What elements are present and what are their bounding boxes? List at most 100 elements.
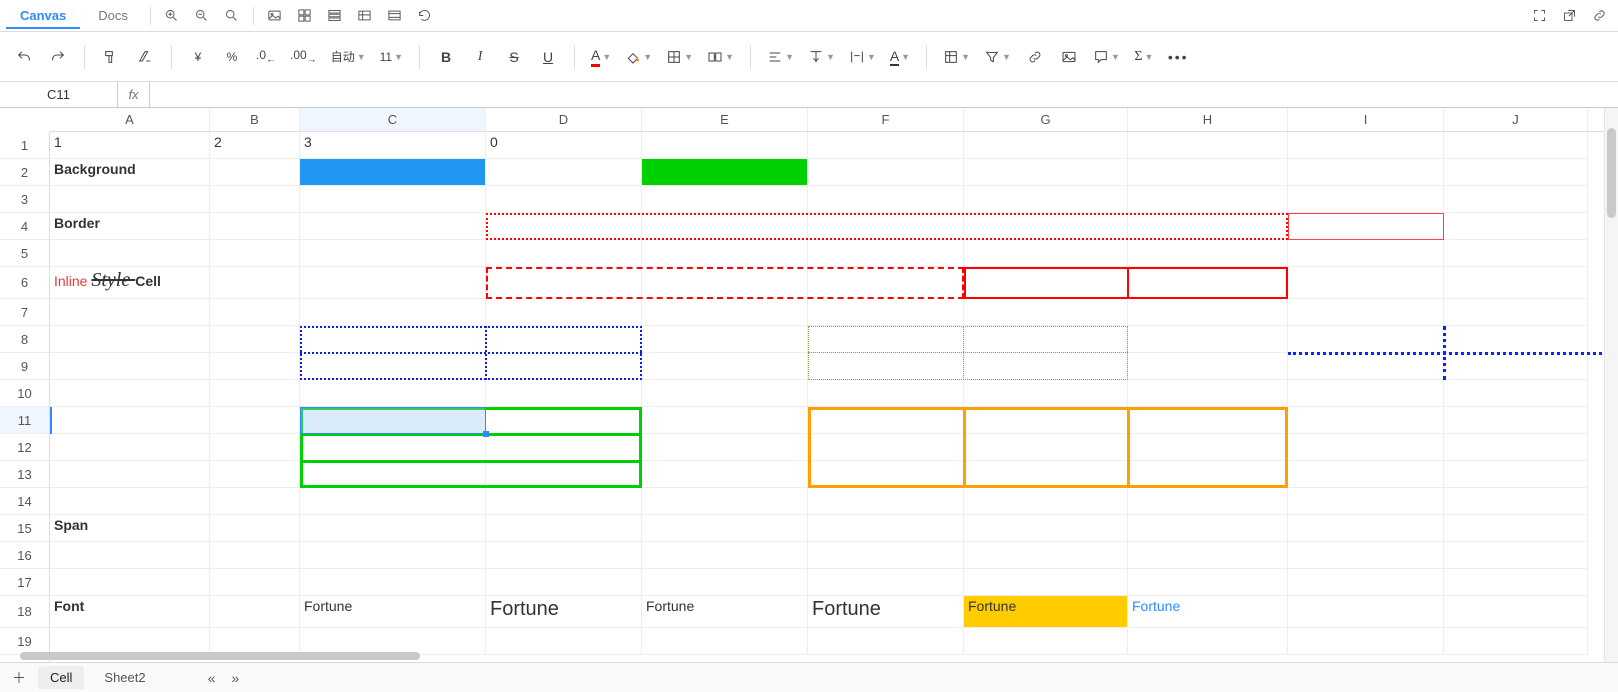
row-header-9[interactable]: 9 (0, 353, 49, 380)
row-header-6[interactable]: 6 (0, 267, 49, 299)
cell-J13[interactable] (1444, 461, 1588, 488)
cell-E9[interactable] (642, 353, 808, 380)
cell-J18[interactable] (1444, 596, 1588, 628)
cell-B1[interactable]: 2 (210, 132, 300, 159)
cell-C9[interactable] (300, 353, 486, 380)
cell-D2[interactable] (486, 159, 642, 186)
cell-H10[interactable] (1128, 380, 1288, 407)
cell-J4[interactable] (1444, 213, 1588, 240)
strike-button[interactable]: S (500, 43, 528, 71)
cell-A6[interactable]: Inline Style Cell (50, 267, 210, 299)
clear-format-button[interactable] (131, 43, 159, 71)
cell-G1[interactable] (964, 132, 1128, 159)
cell-B15[interactable] (210, 515, 300, 542)
cell-I8[interactable] (1288, 326, 1444, 353)
cell-C5[interactable] (300, 240, 486, 267)
cell-B3[interactable] (210, 186, 300, 213)
cell-I3[interactable] (1288, 186, 1444, 213)
cell-G15[interactable] (964, 515, 1128, 542)
cell-B7[interactable] (210, 299, 300, 326)
cell-G10[interactable] (964, 380, 1128, 407)
column-header-I[interactable]: I (1288, 108, 1444, 131)
cell-H2[interactable] (1128, 159, 1288, 186)
sheet-prev-button[interactable]: « (204, 670, 220, 686)
cell-D12[interactable] (486, 434, 642, 461)
cell-H3[interactable] (1128, 186, 1288, 213)
scrollbar-thumb[interactable] (1607, 128, 1616, 218)
column-header-D[interactable]: D (486, 108, 642, 131)
row-header-13[interactable]: 13 (0, 461, 49, 488)
cell-E6[interactable] (642, 267, 808, 299)
cell-A15[interactable]: Span (50, 515, 210, 542)
cell-E7[interactable] (642, 299, 808, 326)
cell-H1[interactable] (1128, 132, 1288, 159)
cell-F2[interactable] (808, 159, 964, 186)
cell-G11[interactable] (964, 407, 1128, 434)
horizontal-align-button[interactable]: ▼ (763, 43, 798, 71)
cell-F18[interactable]: Fortune (808, 596, 964, 628)
cell-I5[interactable] (1288, 240, 1444, 267)
fullscreen-icon[interactable] (1526, 3, 1552, 29)
cell-H14[interactable] (1128, 488, 1288, 515)
format-painter-button[interactable] (97, 43, 125, 71)
cell-I12[interactable] (1288, 434, 1444, 461)
cell-E10[interactable] (642, 380, 808, 407)
cell-E14[interactable] (642, 488, 808, 515)
cell-C2[interactable] (300, 159, 486, 186)
cell-B14[interactable] (210, 488, 300, 515)
zoom-in-icon[interactable] (159, 3, 185, 29)
zoom-out-icon[interactable] (189, 3, 215, 29)
cell-A7[interactable] (50, 299, 210, 326)
borders-button[interactable]: ▼ (662, 43, 697, 71)
cell-D11[interactable] (486, 407, 642, 434)
cell-F6[interactable] (808, 267, 964, 299)
cell-I4[interactable] (1288, 213, 1444, 240)
spreadsheet-grid[interactable]: ABCDEFGHIJ 12345678910111213141516171819… (0, 108, 1618, 662)
row-header-4[interactable]: 4 (0, 213, 49, 240)
column-header-B[interactable]: B (210, 108, 300, 131)
cell-G14[interactable] (964, 488, 1128, 515)
cell-J1[interactable] (1444, 132, 1588, 159)
cell-B13[interactable] (210, 461, 300, 488)
row-header-16[interactable]: 16 (0, 542, 49, 569)
cell-H17[interactable] (1128, 569, 1288, 596)
row-header-2[interactable]: 2 (0, 159, 49, 186)
cell-I11[interactable] (1288, 407, 1444, 434)
cell-J6[interactable] (1444, 267, 1588, 299)
cell-J16[interactable] (1444, 542, 1588, 569)
undo-button[interactable] (10, 43, 38, 71)
text-rotate-button[interactable]: A▼ (886, 43, 914, 71)
cell-H5[interactable] (1128, 240, 1288, 267)
cell-B4[interactable] (210, 213, 300, 240)
cell-B11[interactable] (210, 407, 300, 434)
cell-B8[interactable] (210, 326, 300, 353)
row-header-11[interactable]: 11 (0, 407, 49, 434)
layout-icon[interactable] (322, 3, 348, 29)
cell-J17[interactable] (1444, 569, 1588, 596)
increase-decimal-button[interactable]: .00→ (286, 43, 321, 71)
cell-C3[interactable] (300, 186, 486, 213)
cell-G16[interactable] (964, 542, 1128, 569)
fill-color-button[interactable]: ▼ (621, 43, 656, 71)
tab-docs[interactable]: Docs (84, 2, 142, 29)
cell-D1[interactable]: 0 (486, 132, 642, 159)
cell-F11[interactable] (808, 407, 964, 434)
cell-A13[interactable] (50, 461, 210, 488)
cell-F7[interactable] (808, 299, 964, 326)
cell-B5[interactable] (210, 240, 300, 267)
cell-J9[interactable] (1444, 353, 1588, 380)
cell-A17[interactable] (50, 569, 210, 596)
cell-H13[interactable] (1128, 461, 1288, 488)
cell-H12[interactable] (1128, 434, 1288, 461)
merge-button[interactable]: ▼ (703, 43, 738, 71)
cell-E3[interactable] (642, 186, 808, 213)
name-box[interactable]: C11 (0, 82, 118, 107)
column-header-C[interactable]: C (300, 108, 486, 131)
text-color-button[interactable]: A▼ (587, 43, 615, 71)
horizontal-scrollbar[interactable] (0, 650, 1618, 662)
column-header-E[interactable]: E (642, 108, 808, 131)
column-header-G[interactable]: G (964, 108, 1128, 131)
row-header-18[interactable]: 18 (0, 596, 49, 628)
column-header-A[interactable]: A (50, 108, 210, 131)
cell-E16[interactable] (642, 542, 808, 569)
